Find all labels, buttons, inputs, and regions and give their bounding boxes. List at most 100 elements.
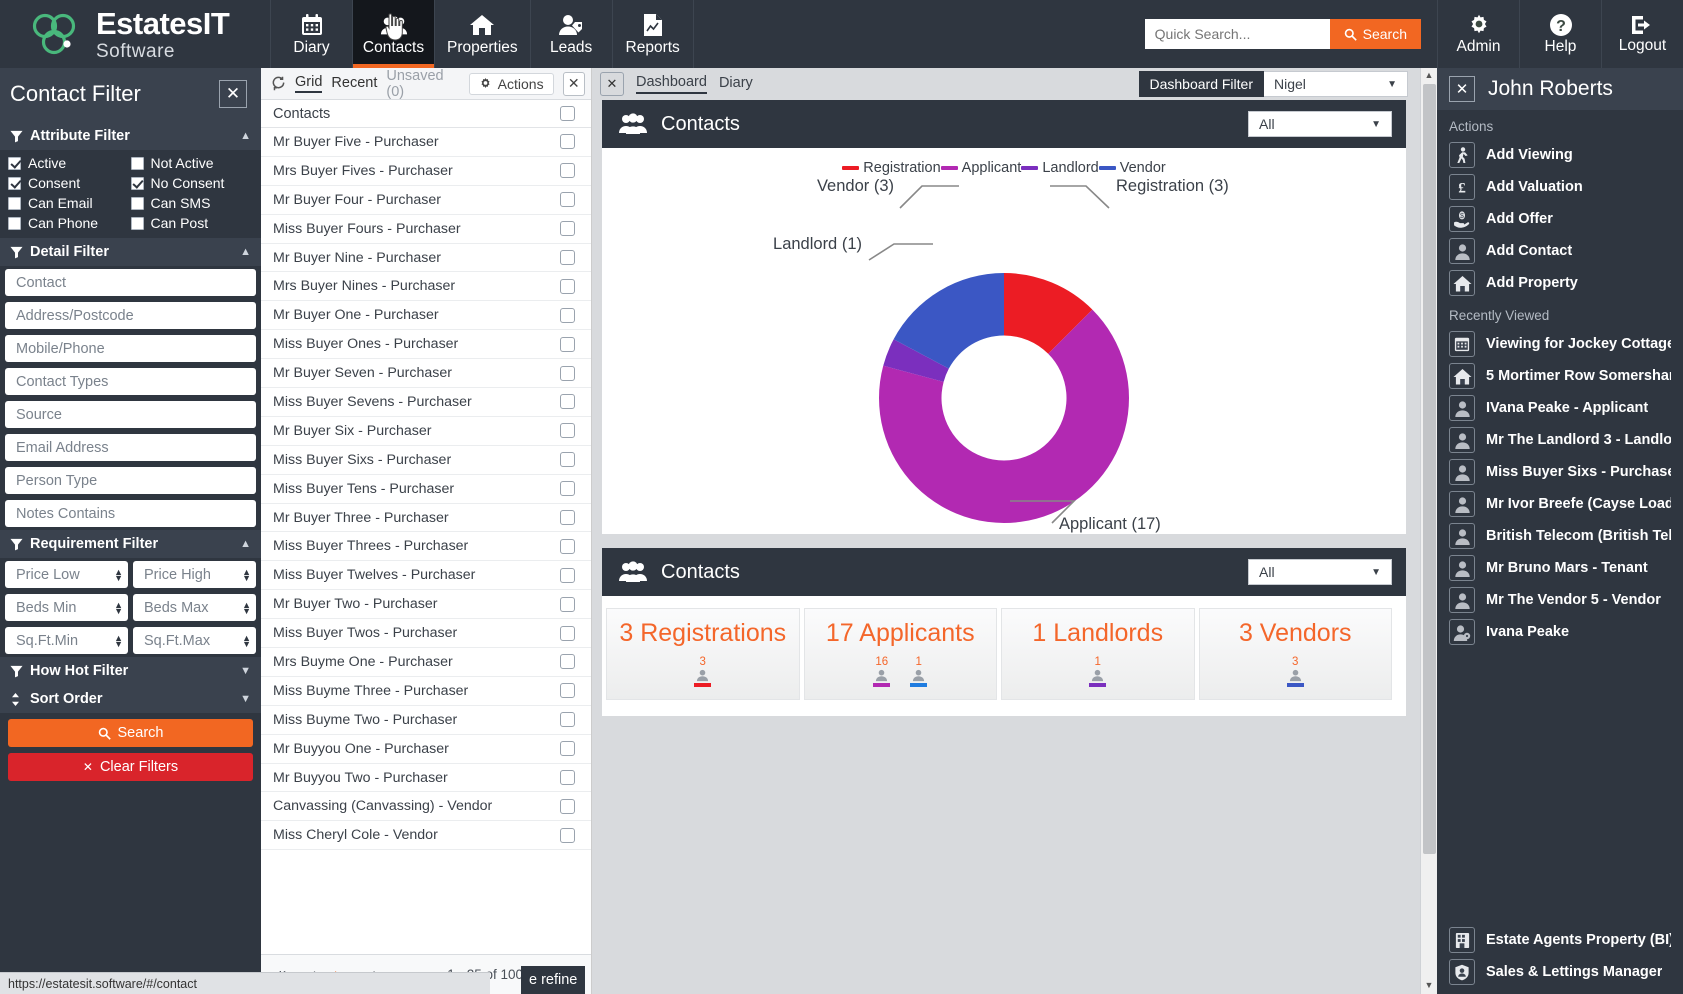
input-price-low[interactable]: Price Low ▲▼ [5, 561, 128, 588]
help-button[interactable]: ? Help [1519, 0, 1601, 68]
input-email-address[interactable]: Email Address [5, 434, 256, 461]
spinner-arrows-icon[interactable]: ▲▼ [242, 602, 251, 614]
table-row[interactable]: Mrs Buyme One - Purchaser [261, 648, 591, 677]
clear-filters-button[interactable]: ✕ Clear Filters [8, 753, 253, 781]
recent-item-contact[interactable]: Mr The Vendor 5 - Vendor [1437, 584, 1683, 616]
action-add-contact[interactable]: Add Contact [1437, 235, 1683, 267]
action-add-property[interactable]: Add Property [1437, 267, 1683, 299]
row-checkbox[interactable] [560, 712, 575, 727]
scroll-down-icon[interactable]: ▼ [1425, 978, 1434, 992]
row-checkbox[interactable] [560, 452, 575, 467]
table-row[interactable]: Miss Buyer Sixs - Purchaser [261, 446, 591, 475]
row-checkbox[interactable] [560, 308, 575, 323]
recent-item-lead[interactable]: Ivana Peake [1437, 616, 1683, 648]
table-row[interactable]: Mr Buyer Nine - Purchaser [261, 244, 591, 273]
legend-item-registration[interactable]: Registration [842, 160, 940, 176]
table-row[interactable]: Mr Buyer Five - Purchaser [261, 128, 591, 157]
input-mobile-phone[interactable]: Mobile/Phone [5, 335, 256, 362]
input-contact-types[interactable]: Contact Types [5, 368, 256, 395]
dashboard-scrollbar[interactable]: ▲ ▼ [1420, 68, 1437, 994]
input-source[interactable]: Source [5, 401, 256, 428]
checkbox-can-sms[interactable]: Can SMS [131, 195, 254, 211]
recent-item-contact[interactable]: Mr Ivor Breefe (Cayse Loade n Pro [1437, 488, 1683, 520]
requirement-filter-section-header[interactable]: Requirement Filter ▲ [0, 530, 261, 558]
row-checkbox[interactable] [560, 192, 575, 207]
input-beds-max[interactable]: Beds Max ▲▼ [133, 594, 256, 621]
table-row[interactable]: Miss Buyme Three - Purchaser [261, 677, 591, 706]
tab-diary[interactable]: Diary [719, 75, 753, 93]
input-person-type[interactable]: Person Type [5, 467, 256, 494]
row-checkbox[interactable] [560, 741, 575, 756]
table-row[interactable]: Miss Buyer Fours - Purchaser [261, 215, 591, 244]
row-checkbox[interactable] [560, 366, 575, 381]
table-row[interactable]: Mr Buyyou One - Purchaser [261, 735, 591, 764]
close-icon[interactable]: ✕ [563, 72, 585, 96]
table-row[interactable]: Miss Buyer Ones - Purchaser [261, 330, 591, 359]
scroll-up-icon[interactable]: ▲ [1425, 68, 1434, 82]
input-price-high[interactable]: Price High ▲▼ [133, 561, 256, 588]
recent-item-contact[interactable]: British Telecom (British Telecom) [1437, 520, 1683, 552]
stat-card-landlords[interactable]: 1 Landlords 1 [1001, 608, 1195, 700]
table-row[interactable]: Mrs Buyer Fives - Purchaser [261, 157, 591, 186]
nav-item-reports[interactable]: Reports [612, 0, 694, 68]
bottom-item-sales-lettings-manager[interactable]: Sales & Lettings Manager [1437, 956, 1683, 988]
chart-card-filter-select[interactable]: All ▼ [1248, 111, 1392, 137]
row-checkbox[interactable] [560, 163, 575, 178]
stat-card-vendors[interactable]: 3 Vendors 3 [1199, 608, 1393, 700]
row-checkbox[interactable] [560, 626, 575, 641]
row-checkbox[interactable] [560, 250, 575, 265]
nav-item-contacts[interactable]: Contacts [352, 0, 434, 68]
actions-button[interactable]: Actions [469, 73, 554, 95]
legend-item-applicant[interactable]: Applicant [941, 160, 1022, 176]
tab-dashboard[interactable]: Dashboard [636, 74, 707, 94]
recent-item-property[interactable]: 5 Mortimer Row Somersham PE28 [1437, 360, 1683, 392]
row-checkbox[interactable] [560, 221, 575, 236]
dashboard-filter-select[interactable]: Nigel ▼ [1264, 71, 1408, 97]
table-row[interactable]: Miss Buyer Sevens - Purchaser [261, 388, 591, 417]
bottom-item-estate-agents-property[interactable]: Estate Agents Property (BI) [1437, 924, 1683, 956]
row-checkbox[interactable] [560, 337, 575, 352]
spinner-arrows-icon[interactable]: ▲▼ [114, 635, 123, 647]
tab-recent[interactable]: Recent [331, 75, 377, 92]
input-contact[interactable]: Contact [5, 269, 256, 296]
input-address-postcode[interactable]: Address/Postcode [5, 302, 256, 329]
detail-filter-section-header[interactable]: Detail Filter ▲ [0, 238, 261, 266]
checkbox-no-consent[interactable]: No Consent [131, 175, 254, 191]
checkbox-active[interactable]: Active [8, 155, 131, 171]
table-row[interactable]: Miss Buyer Twelves - Purchaser [261, 561, 591, 590]
search-input[interactable] [1145, 19, 1330, 49]
stat-card-applicants[interactable]: 17 Applicants 16 1 [804, 608, 998, 700]
recent-item-viewing[interactable]: Viewing for Jockey Cottage Baldock [1437, 328, 1683, 360]
nav-item-properties[interactable]: Properties [434, 0, 530, 68]
legend-item-vendor[interactable]: Vendor [1099, 160, 1166, 176]
table-row[interactable]: Mr Buyer Three - Purchaser [261, 504, 591, 533]
checkbox-can-post[interactable]: Can Post [131, 215, 254, 231]
nav-item-leads[interactable]: Leads [530, 0, 612, 68]
input-beds-min[interactable]: Beds Min ▲▼ [5, 594, 128, 621]
row-checkbox[interactable] [560, 654, 575, 669]
nav-item-diary[interactable]: Diary [270, 0, 352, 68]
close-icon[interactable]: ✕ [1449, 76, 1475, 102]
attribute-filter-section-header[interactable]: Attribute Filter ▲ [0, 122, 261, 150]
recent-item-contact[interactable]: IVana Peake - Applicant [1437, 392, 1683, 424]
table-row[interactable]: Miss Cheryl Cole - Vendor [261, 821, 591, 850]
table-row[interactable]: Mr Buyer Two - Purchaser [261, 590, 591, 619]
how-hot-filter-section-header[interactable]: How Hot Filter ▼ [0, 657, 261, 685]
action-add-viewing[interactable]: Add Viewing [1437, 139, 1683, 171]
recent-item-contact[interactable]: Mr The Landlord 3 - Landlord [1437, 424, 1683, 456]
row-checkbox[interactable] [560, 770, 575, 785]
spinner-arrows-icon[interactable]: ▲▼ [242, 635, 251, 647]
row-checkbox[interactable] [560, 568, 575, 583]
row-checkbox[interactable] [560, 799, 575, 814]
row-checkbox[interactable] [560, 481, 575, 496]
spinner-arrows-icon[interactable]: ▲▼ [114, 569, 123, 581]
table-row[interactable]: Mr Buyer Seven - Purchaser [261, 359, 591, 388]
legend-item-landlord[interactable]: Landlord [1021, 160, 1098, 176]
scrollbar-thumb[interactable] [1423, 84, 1436, 854]
action-add-valuation[interactable]: £ Add Valuation [1437, 171, 1683, 203]
table-row[interactable]: Mr Buyyou Two - Purchaser [261, 764, 591, 793]
table-row[interactable]: Mr Buyer One - Purchaser [261, 301, 591, 330]
close-icon[interactable]: ✕ [219, 80, 247, 108]
table-row[interactable]: Canvassing (Canvassing) - Vendor [261, 792, 591, 821]
admin-button[interactable]: Admin [1437, 0, 1519, 68]
